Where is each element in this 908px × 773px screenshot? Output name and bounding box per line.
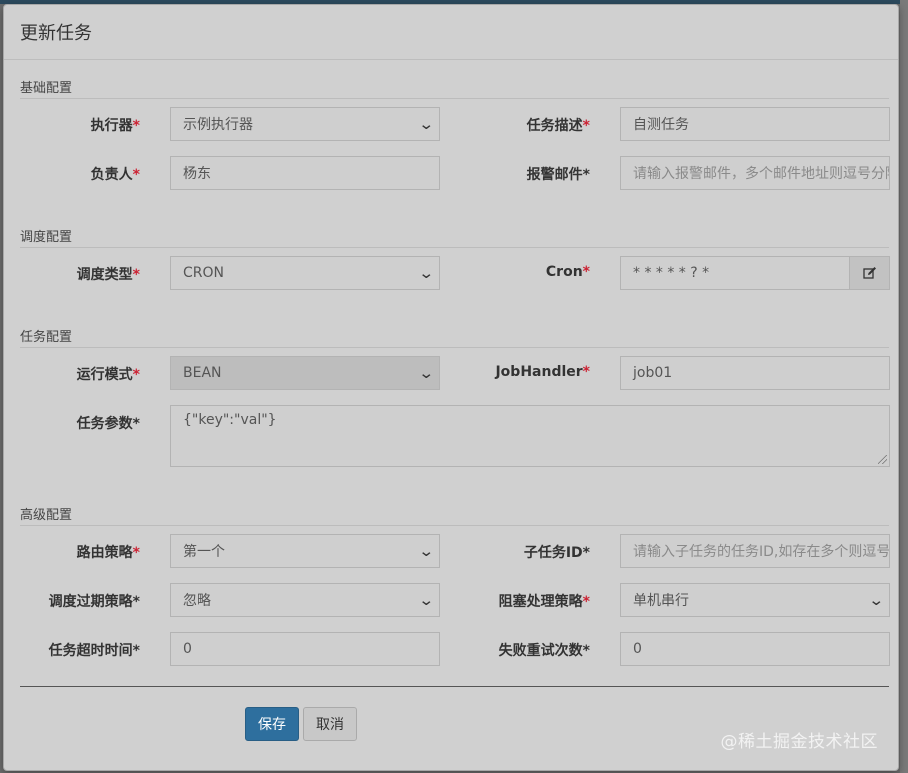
schedule-type-value: CRON (183, 265, 224, 281)
job-desc-label: 任务描述* (526, 118, 590, 134)
route-strategy-label: 路由策略* (76, 545, 140, 561)
timeout-value: 0 (183, 641, 192, 657)
save-button[interactable]: 保存 (245, 707, 299, 741)
executor-value: 示例执行器 (183, 117, 253, 133)
block-strategy-label: 阻塞处理策略* (498, 594, 590, 610)
dialog-title: 更新任务 (20, 23, 92, 44)
schedule-type-label: 调度类型* (76, 267, 140, 283)
cron-edit-button[interactable] (850, 256, 890, 290)
dialog-header: 更新任务 (4, 5, 898, 60)
watermark-text: @稀土掘金技术社区 (720, 732, 878, 752)
resize-grip-icon[interactable] (878, 455, 887, 464)
fail-retry-input[interactable]: 0 (620, 632, 890, 666)
job-handler-label: JobHandler* (495, 364, 590, 380)
cron-input[interactable]: * * * * * ? * (620, 256, 850, 290)
schedule-type-select[interactable]: CRON ⌄ (170, 256, 440, 290)
chevron-down-icon: ⌄ (868, 591, 885, 609)
route-strategy-value: 第一个 (183, 544, 225, 560)
job-desc-input[interactable]: 自测任务 (620, 107, 890, 141)
form-divider (20, 686, 889, 687)
author-input[interactable]: 杨东 (170, 156, 440, 190)
misfire-strategy-select[interactable]: 忽略 ⌄ (170, 583, 440, 617)
section-advanced-title: 高级配置 (20, 504, 889, 526)
job-desc-value: 自测任务 (633, 117, 689, 133)
alarm-email-label: 报警邮件* (526, 167, 590, 183)
alarm-email-placeholder: 请输入报警邮件，多个邮件地址则逗号分隔 (633, 166, 890, 182)
chevron-down-icon: ⌄ (418, 364, 435, 382)
route-strategy-select[interactable]: 第一个 ⌄ (170, 534, 440, 568)
author-label: 负责人* (90, 167, 140, 183)
job-handler-input[interactable]: job01 (620, 356, 890, 390)
alarm-email-input[interactable]: 请输入报警邮件，多个邮件地址则逗号分隔 (620, 156, 890, 190)
section-schedule-title: 调度配置 (20, 226, 889, 248)
fail-retry-value: 0 (633, 641, 642, 657)
job-param-textarea[interactable]: {"key":"val"} (170, 405, 890, 467)
section-basic-title: 基础配置 (20, 77, 889, 99)
child-job-id-placeholder: 请输入子任务的任务ID,如存在多个则逗号分隔 (633, 544, 890, 560)
job-handler-value: job01 (633, 365, 673, 381)
block-strategy-value: 单机串行 (633, 593, 689, 609)
chevron-down-icon: ⌄ (418, 115, 435, 133)
edit-icon (862, 267, 876, 279)
timeout-input[interactable]: 0 (170, 632, 440, 666)
chevron-down-icon: ⌄ (418, 264, 435, 282)
job-param-label: 任务参数* (76, 416, 140, 432)
run-mode-select[interactable]: BEAN ⌄ (170, 356, 440, 390)
cron-label: Cron* (545, 264, 590, 280)
run-mode-value: BEAN (183, 365, 222, 381)
fail-retry-label: 失败重试次数* (498, 643, 590, 659)
misfire-strategy-label: 调度过期策略* (48, 594, 140, 610)
executor-label: 执行器* (90, 118, 140, 134)
block-strategy-select[interactable]: 单机串行 ⌄ (620, 583, 890, 617)
timeout-label: 任务超时时间* (48, 643, 140, 659)
job-param-value: {"key":"val"} (183, 412, 277, 428)
author-value: 杨东 (183, 166, 211, 182)
background-page (900, 0, 908, 773)
misfire-strategy-value: 忽略 (183, 593, 211, 609)
cron-value: * * * * * ? * (633, 265, 710, 281)
section-task-title: 任务配置 (20, 326, 889, 348)
executor-select[interactable]: 示例执行器 ⌄ (170, 107, 440, 141)
chevron-down-icon: ⌄ (418, 591, 435, 609)
cancel-button[interactable]: 取消 (303, 707, 357, 741)
run-mode-label: 运行模式* (76, 367, 140, 383)
child-job-id-input[interactable]: 请输入子任务的任务ID,如存在多个则逗号分隔 (620, 534, 890, 568)
chevron-down-icon: ⌄ (418, 542, 435, 560)
update-task-dialog: 更新任务 基础配置 执行器* 示例执行器 ⌄ 任务描述* 自测任务 负责人* 杨东… (3, 4, 899, 771)
child-job-id-label: 子任务ID* (523, 545, 590, 561)
